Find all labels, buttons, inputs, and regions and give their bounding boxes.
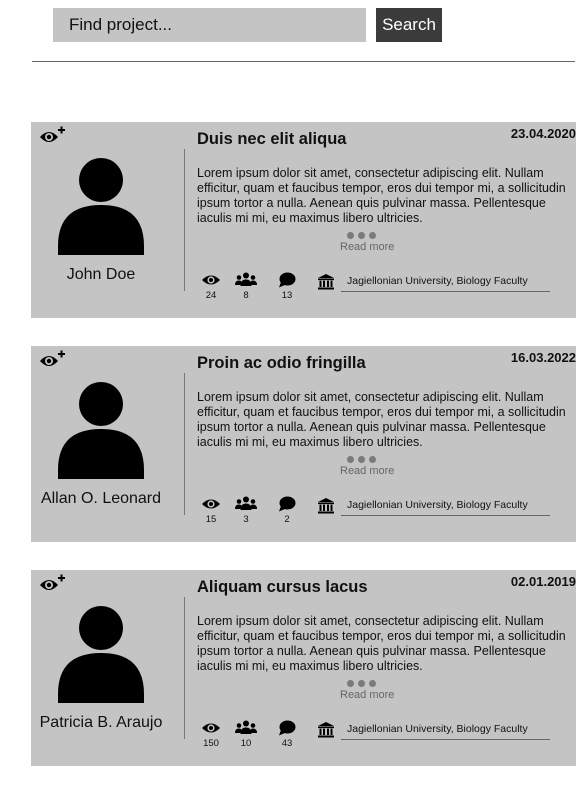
search-button[interactable]: Search: [376, 8, 442, 42]
eye-icon: [202, 275, 220, 285]
project-title[interactable]: Aliquam cursus lacus: [197, 578, 368, 597]
project-title[interactable]: Duis nec elit aliqua: [197, 130, 346, 149]
members-stat: 10: [231, 720, 261, 749]
project-description: Lorem ipsum dolor sit amet, consectetur …: [197, 614, 566, 673]
institution-name[interactable]: Jagiellonian University, Biology Faculty: [341, 499, 550, 516]
project-description: Lorem ipsum dolor sit amet, consectetur …: [197, 390, 566, 449]
user-avatar-icon: [58, 382, 144, 479]
comments-stat: 43: [272, 720, 302, 749]
members-count: 8: [243, 290, 249, 301]
members-stat: 8: [231, 272, 261, 301]
speech-bubble-icon: [279, 720, 296, 736]
speech-bubble-icon: [279, 272, 296, 288]
eye-plus-icon[interactable]: [39, 350, 67, 370]
speech-bubble-icon: [279, 496, 296, 512]
project-description: Lorem ipsum dolor sit amet, consectetur …: [197, 166, 566, 225]
views-stat: 15: [196, 496, 226, 525]
comments-stat: 2: [272, 496, 302, 525]
project-card: Allan O. Leonard Proin ac odio fringilla…: [31, 346, 576, 542]
views-stat: 24: [196, 272, 226, 301]
project-list: John Doe Duis nec elit aliqua 23.04.2020…: [31, 122, 576, 794]
project-card: John Doe Duis nec elit aliqua 23.04.2020…: [31, 122, 576, 318]
users-icon: [235, 720, 257, 734]
author-name: Patricia B. Araujo: [39, 714, 163, 731]
card-divider: [184, 149, 185, 291]
members-count: 3: [243, 514, 249, 525]
institution-name[interactable]: Jagiellonian University, Biology Faculty: [341, 723, 550, 740]
bank-building-icon: [318, 274, 334, 290]
ellipsis-dots-icon[interactable]: [347, 456, 387, 464]
read-more-link[interactable]: Read more: [340, 689, 394, 701]
project-date: 02.01.2019: [510, 574, 576, 589]
read-more-link[interactable]: Read more: [340, 465, 394, 477]
views-count: 150: [203, 738, 219, 749]
comments-stat: 13: [272, 272, 302, 301]
search-input[interactable]: [53, 8, 366, 42]
comments-count: 13: [281, 290, 293, 301]
ellipsis-dots-icon[interactable]: [347, 232, 387, 240]
card-divider: [184, 597, 185, 739]
members-count: 10: [240, 738, 252, 749]
views-count: 15: [205, 514, 217, 525]
members-stat: 3: [231, 496, 261, 525]
user-avatar-icon: [58, 606, 144, 703]
comments-count: 43: [281, 738, 293, 749]
eye-plus-icon[interactable]: [39, 574, 67, 594]
views-stat: 150: [196, 720, 226, 749]
search-bar: Search: [53, 8, 453, 42]
eye-icon: [202, 499, 220, 509]
user-avatar-icon: [58, 158, 144, 255]
project-date: 23.04.2020: [510, 126, 576, 141]
institution-name[interactable]: Jagiellonian University, Biology Faculty: [341, 275, 550, 292]
users-icon: [235, 272, 257, 286]
users-icon: [235, 496, 257, 510]
read-more-link[interactable]: Read more: [340, 241, 394, 253]
author-name: John Doe: [66, 266, 136, 283]
eye-icon: [202, 723, 220, 733]
ellipsis-dots-icon[interactable]: [347, 680, 387, 688]
comments-count: 2: [284, 514, 290, 525]
bank-building-icon: [318, 722, 334, 738]
project-card: Patricia B. Araujo Aliquam cursus lacus …: [31, 570, 576, 766]
eye-plus-icon[interactable]: [39, 126, 67, 146]
header-divider: [32, 61, 575, 62]
project-date: 16.03.2022: [510, 350, 576, 365]
card-divider: [184, 373, 185, 515]
author-name: Allan O. Leonard: [40, 490, 162, 507]
bank-building-icon: [318, 498, 334, 514]
views-count: 24: [205, 290, 217, 301]
project-title[interactable]: Proin ac odio fringilla: [197, 354, 366, 373]
